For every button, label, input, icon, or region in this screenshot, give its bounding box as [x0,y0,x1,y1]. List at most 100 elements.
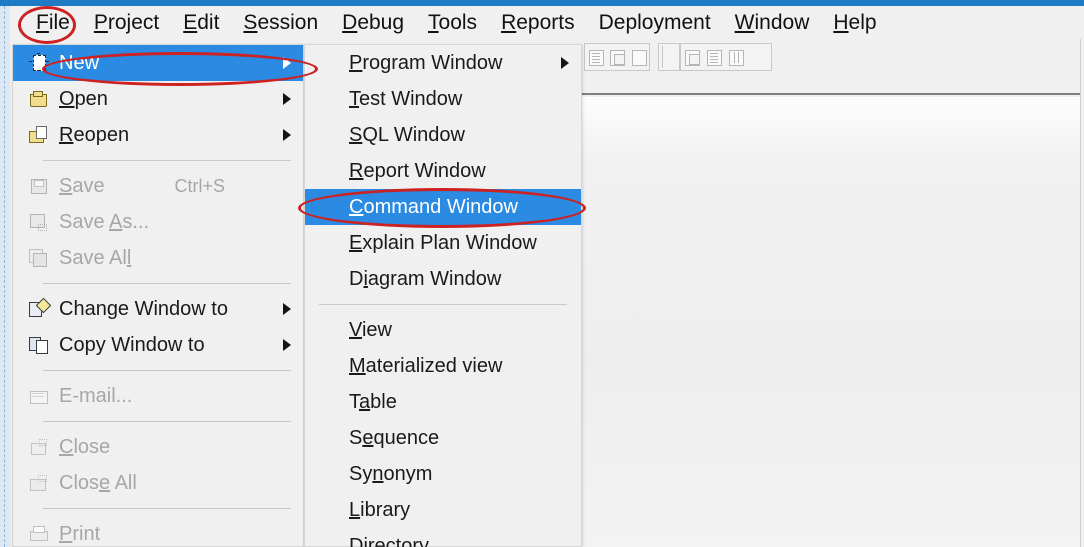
submenu-item-explain-plan-window[interactable]: Explain Plan Window [305,225,581,261]
toolbar [580,39,1084,95]
submenu-item-library[interactable]: Library [305,492,581,528]
menubar-item-deployment[interactable]: Deployment [587,6,723,39]
save-as-icon [23,210,57,234]
menu-item-reopen[interactable]: Reopen [13,117,303,153]
toolbar-separator [662,46,663,68]
submenu-item-directory-label: Directory [349,534,430,547]
submenu-item-explain-plan-window-label: Explain Plan Window [349,231,537,254]
submenu-item-program-window[interactable]: Program Window [305,45,581,81]
left-dock-strip [0,6,10,547]
toolbar-separator-group [658,43,680,71]
submenu-item-report-window[interactable]: Report Window [305,153,581,189]
submenu-item-sql-window-label: SQL Window [349,123,465,146]
menu-item-save-shortcut: Ctrl+S [174,175,225,196]
menu-item-save-as[interactable]: Save As... [13,204,303,240]
submenu-item-report-window-label: Report Window [349,159,486,182]
chevron-right-icon [283,339,291,351]
submenu-item-directory[interactable]: Directory [305,528,581,547]
menu-item-email[interactable]: E-mail... [13,378,303,414]
menu-item-email-label: E-mail... [59,384,133,407]
workspace-area [580,97,1084,547]
submenu-item-diagram-window[interactable]: Diagram Window [305,261,581,297]
cascade-windows-icon[interactable] [682,47,702,67]
menu-item-open-label: Open [59,87,108,110]
menubar-item-window[interactable]: Window [723,6,822,39]
submenu-item-view-label: View [349,318,392,341]
submenu-item-sequence[interactable]: Sequence [305,420,581,456]
chevron-right-icon [561,57,569,69]
submenu-item-table[interactable]: Table [305,384,581,420]
menu-item-close-label: Close [59,435,111,458]
menu-item-save[interactable]: Save Ctrl+S [13,168,303,204]
new-submenu-dropdown: Program Window Test Window SQL Window Re… [304,44,582,547]
chevron-right-icon [283,129,291,141]
menu-item-new-label: New [59,51,100,74]
save-floppy-icon [23,174,57,198]
menu-item-save-all[interactable]: Save All [13,240,303,276]
new-document-icon [23,51,57,75]
menubar-item-tools[interactable]: Tools [416,6,489,39]
menu-item-copy-window-to[interactable]: Copy Window to [13,327,303,363]
copy-page-icon[interactable] [607,47,626,67]
email-envelope-icon [23,384,57,408]
menu-separator [43,370,291,371]
submenu-item-test-window[interactable]: Test Window [305,81,581,117]
submenu-item-command-window-label: Command Window [349,195,518,218]
open-folder-icon [23,87,57,111]
new-page-icon[interactable] [629,47,648,67]
chevron-right-icon [283,303,291,315]
menu-separator [43,283,291,284]
submenu-item-table-label: Table [349,390,397,413]
chevron-right-icon [283,93,291,105]
menubar-item-reports[interactable]: Reports [489,6,587,39]
menu-item-copy-window-to-label: Copy Window to [59,333,205,356]
menu-separator [43,160,291,161]
submenu-item-diagram-window-label: Diagram Window [349,267,502,290]
menu-item-change-window-to[interactable]: Change Window to [13,291,303,327]
tile-horizontal-icon[interactable] [704,47,724,67]
submenu-item-command-window[interactable]: Command Window [305,189,581,225]
menu-item-close-all-label: Close All [59,471,137,494]
menu-item-close[interactable]: Close [13,429,303,465]
save-all-icon [23,246,57,270]
application-window: FFileile Project Edit Session Debug Tool… [0,0,1084,547]
menu-item-save-all-label: Save All [59,246,132,269]
menu-item-reopen-label: Reopen [59,123,130,146]
menu-item-close-all[interactable]: Close All [13,465,303,501]
menu-item-print[interactable]: Print [13,516,303,547]
menubar-item-session[interactable]: Session [231,6,330,39]
submenu-item-synonym-label: Synonym [349,462,433,485]
submenu-item-program-window-label: Program Window [349,51,503,74]
menu-item-new[interactable]: New [13,45,303,81]
menubar-item-project[interactable]: Project [82,6,171,39]
menu-item-open[interactable]: Open [13,81,303,117]
menu-item-save-as-label: Save As... [59,210,150,233]
submenu-item-synonym[interactable]: Synonym [305,456,581,492]
copy-window-icon [23,333,57,357]
menu-separator [43,508,291,509]
submenu-item-materialized-view[interactable]: Materialized view [305,348,581,384]
submenu-item-sequence-label: Sequence [349,426,440,449]
menu-separator [43,421,291,422]
toolbar-group-view [680,43,772,71]
submenu-item-test-window-label: Test Window [349,87,463,110]
tile-vertical-icon[interactable] [726,47,746,67]
submenu-item-view[interactable]: View [305,312,581,348]
chevron-right-icon [283,57,291,69]
menu-separator [319,304,567,305]
close-all-icon [23,471,57,495]
toolbar-group-document [584,43,650,71]
submenu-item-sql-window[interactable]: SQL Window [305,117,581,153]
menubar-item-help[interactable]: Help [821,6,888,39]
reopen-icon [23,123,57,147]
submenu-item-library-label: Library [349,498,411,521]
right-window-frame [1080,39,1084,547]
list-icon[interactable] [586,47,605,67]
change-window-icon [23,297,57,321]
menubar-item-file[interactable]: FFileile [24,6,82,39]
printer-icon [23,522,57,546]
menu-item-change-window-to-label: Change Window to [59,297,228,320]
submenu-item-materialized-view-label: Materialized view [349,354,503,377]
menubar-item-edit[interactable]: Edit [171,6,231,39]
menubar-item-debug[interactable]: Debug [330,6,416,39]
